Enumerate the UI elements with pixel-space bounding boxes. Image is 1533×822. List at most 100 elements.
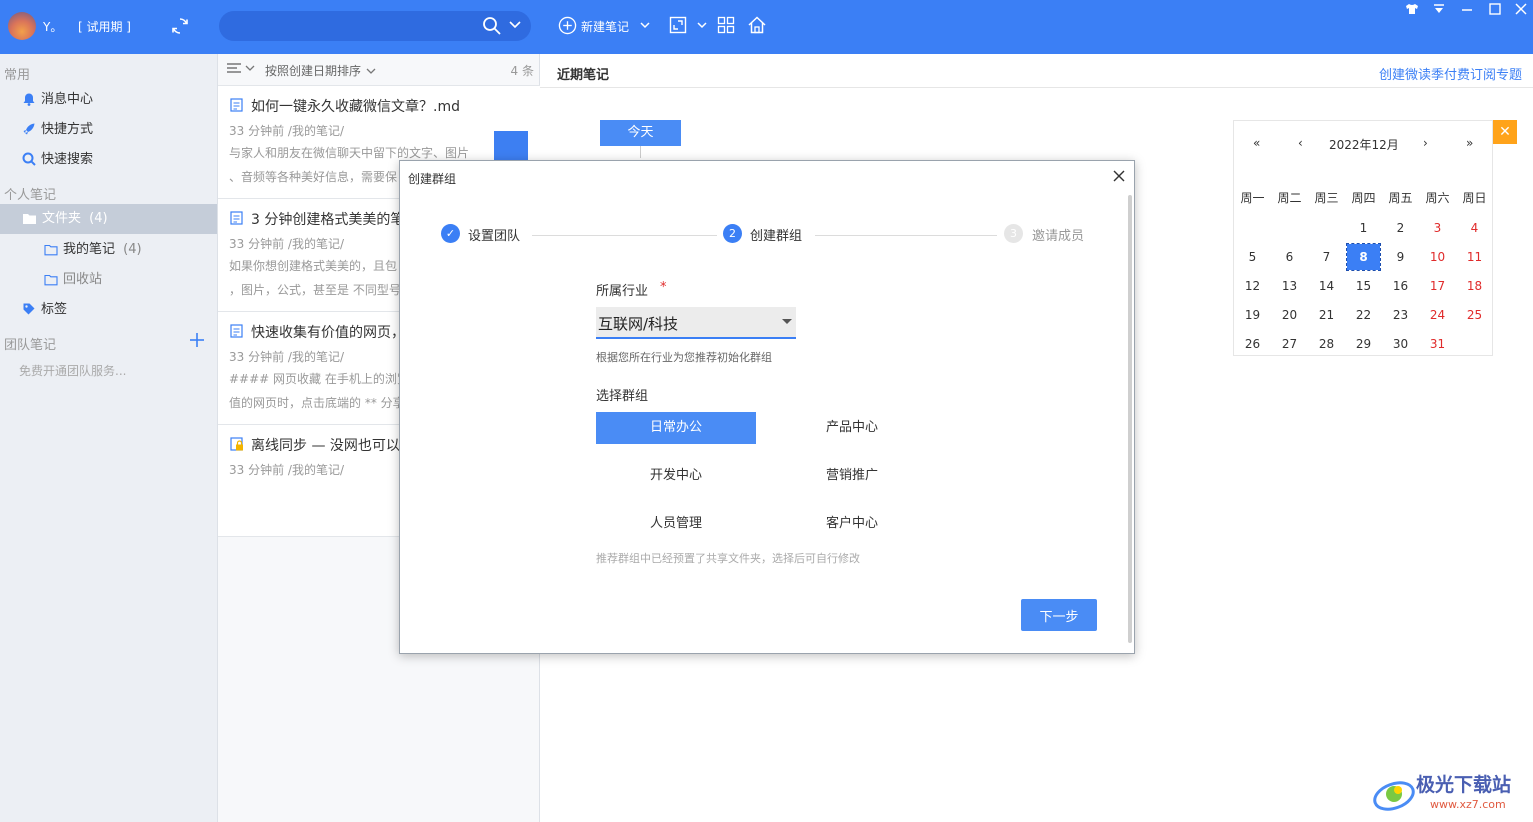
calendar-day[interactable]: 16 [1384, 273, 1417, 299]
maximize-icon[interactable] [1488, 2, 1502, 20]
sidebar-item-my-notes[interactable]: 我的笔记 (4) [44, 236, 142, 264]
home-icon[interactable] [747, 15, 767, 39]
step-connector [532, 235, 717, 236]
sort-dropdown[interactable]: 按照创建日期排序 [265, 62, 361, 79]
folder-count: (4) [89, 211, 108, 226]
calendar-weekday: 周六 [1425, 191, 1450, 205]
calendar-day[interactable]: 9 [1384, 244, 1417, 270]
group-option-customer[interactable]: 客户中心 [772, 508, 932, 540]
calendar-day[interactable]: 21 [1310, 302, 1343, 328]
calendar-day[interactable]: 11 [1458, 244, 1491, 270]
group-option-daily-office[interactable]: 日常办公 [596, 412, 756, 444]
group-option-product[interactable]: 产品中心 [772, 412, 932, 444]
step-1-check-icon: ✓ [441, 224, 460, 243]
tag-icon [23, 303, 35, 315]
calendar-day[interactable]: 29 [1347, 331, 1380, 357]
bell-icon [23, 93, 35, 106]
sidebar-item-shortcuts[interactable]: 快捷方式 [22, 116, 93, 144]
create-topic-link[interactable]: 创建微读季付费订阅专题 [1379, 64, 1522, 83]
calendar-day[interactable]: 19 [1236, 302, 1269, 328]
new-note-button[interactable]: 新建笔记 [581, 18, 629, 35]
avatar[interactable] [8, 12, 36, 40]
username[interactable]: Y。 [43, 18, 62, 35]
calendar-day[interactable]: 12 [1236, 273, 1269, 299]
add-circle-icon[interactable] [558, 16, 577, 39]
sidebar-item-label: 标签 [41, 302, 68, 317]
calendar-prev-month[interactable]: ‹ [1298, 136, 1303, 150]
step-3-number: 3 [1004, 224, 1023, 243]
calendar-day[interactable]: 15 [1347, 273, 1380, 299]
calendar-day[interactable]: 28 [1310, 331, 1343, 357]
step-1-label: 设置团队 [468, 229, 521, 244]
chevron-down-icon[interactable] [639, 20, 651, 35]
calendar-day[interactable]: 8 [1346, 243, 1381, 271]
timeline-line [640, 146, 641, 158]
chevron-down-icon[interactable] [508, 19, 522, 34]
grid-icon[interactable] [717, 16, 735, 38]
calendar-day[interactable]: 14 [1310, 273, 1343, 299]
section-common: 常用 [4, 68, 31, 83]
today-button[interactable]: 今天 [600, 120, 681, 146]
search-icon[interactable] [482, 16, 502, 40]
sidebar-item-folders[interactable]: 文件夹 (4) [0, 204, 217, 234]
calendar-day[interactable]: 13 [1273, 273, 1306, 299]
calendar-prev-year[interactable]: « [1253, 136, 1260, 150]
calendar-day[interactable]: 30 [1384, 331, 1417, 357]
team-promo-link[interactable]: 免费开通团队服务... [19, 362, 126, 379]
sidebar-item-messages[interactable]: 消息中心 [22, 86, 93, 114]
next-button[interactable]: 下一步 [1021, 599, 1097, 631]
document-icon [230, 211, 243, 229]
menu-icon[interactable] [1432, 2, 1446, 20]
dialog-title: 创建群组 [408, 172, 457, 186]
add-team-icon[interactable] [189, 332, 205, 352]
sidebar-item-recycle[interactable]: 回收站 [44, 266, 102, 294]
chevron-down-icon[interactable] [365, 65, 377, 80]
calendar-day[interactable]: 22 [1347, 302, 1380, 328]
skin-icon[interactable] [1404, 2, 1420, 20]
chevron-down-icon[interactable] [696, 20, 708, 35]
calendar-weekday: 周二 [1277, 191, 1302, 205]
calendar-close-button[interactable]: ✕ [1493, 120, 1517, 144]
calendar-day[interactable]: 7 [1310, 244, 1343, 270]
calendar-day[interactable]: 6 [1273, 244, 1306, 270]
group-option-marketing[interactable]: 营销推广 [772, 460, 932, 492]
sidebar-item-tags[interactable]: 标签 [22, 296, 67, 324]
group-option-development[interactable]: 开发中心 [596, 460, 756, 492]
group-option-hr[interactable]: 人员管理 [596, 508, 756, 540]
close-icon[interactable] [1112, 169, 1126, 187]
calendar-day[interactable]: 10 [1421, 244, 1454, 270]
dialog-scrollbar[interactable] [1128, 195, 1132, 643]
calendar-day[interactable]: 26 [1236, 331, 1269, 357]
calendar-next-month[interactable]: › [1423, 136, 1428, 150]
document-icon [230, 324, 243, 342]
calendar-day[interactable]: 4 [1458, 215, 1491, 241]
calendar-day[interactable]: 5 [1236, 244, 1269, 270]
calendar-day[interactable]: 17 [1421, 273, 1454, 299]
sidebar-item-label: 回收站 [63, 272, 103, 287]
calendar: « ‹ 2022年12月 › » 周一 周二 周三 周四 周五 周六 周日 1 2 3 4 5 6 7 8 9… [1233, 120, 1493, 356]
industry-select[interactable]: 互联网/科技 [596, 307, 796, 339]
step-3-label: 邀请成员 [1032, 229, 1085, 244]
trial-badge[interactable]: [ 试用期 ] [78, 18, 131, 35]
calendar-day[interactable]: 2 [1384, 215, 1417, 241]
calendar-day[interactable]: 1 [1347, 215, 1380, 241]
sync-icon[interactable] [168, 14, 192, 38]
step-2-number: 2 [723, 224, 742, 243]
calendar-day[interactable]: 24 [1421, 302, 1454, 328]
calendar-day[interactable]: 20 [1273, 302, 1306, 328]
expand-icon[interactable] [669, 16, 687, 38]
industry-label: 所属行业 [596, 284, 649, 299]
calendar-day[interactable]: 3 [1421, 215, 1454, 241]
step-connector [815, 235, 997, 236]
calendar-day[interactable]: 18 [1458, 273, 1491, 299]
caret-down-icon [782, 319, 792, 324]
list-view-icon[interactable] [226, 62, 256, 80]
calendar-day[interactable]: 27 [1273, 331, 1306, 357]
calendar-day[interactable]: 31 [1421, 331, 1454, 357]
sidebar-item-quick-search[interactable]: 快速搜索 [22, 146, 93, 174]
calendar-day[interactable]: 23 [1384, 302, 1417, 328]
calendar-next-year[interactable]: » [1466, 136, 1473, 150]
close-icon[interactable] [1514, 2, 1528, 20]
minimize-icon[interactable] [1460, 2, 1474, 20]
calendar-day[interactable]: 25 [1458, 302, 1491, 328]
